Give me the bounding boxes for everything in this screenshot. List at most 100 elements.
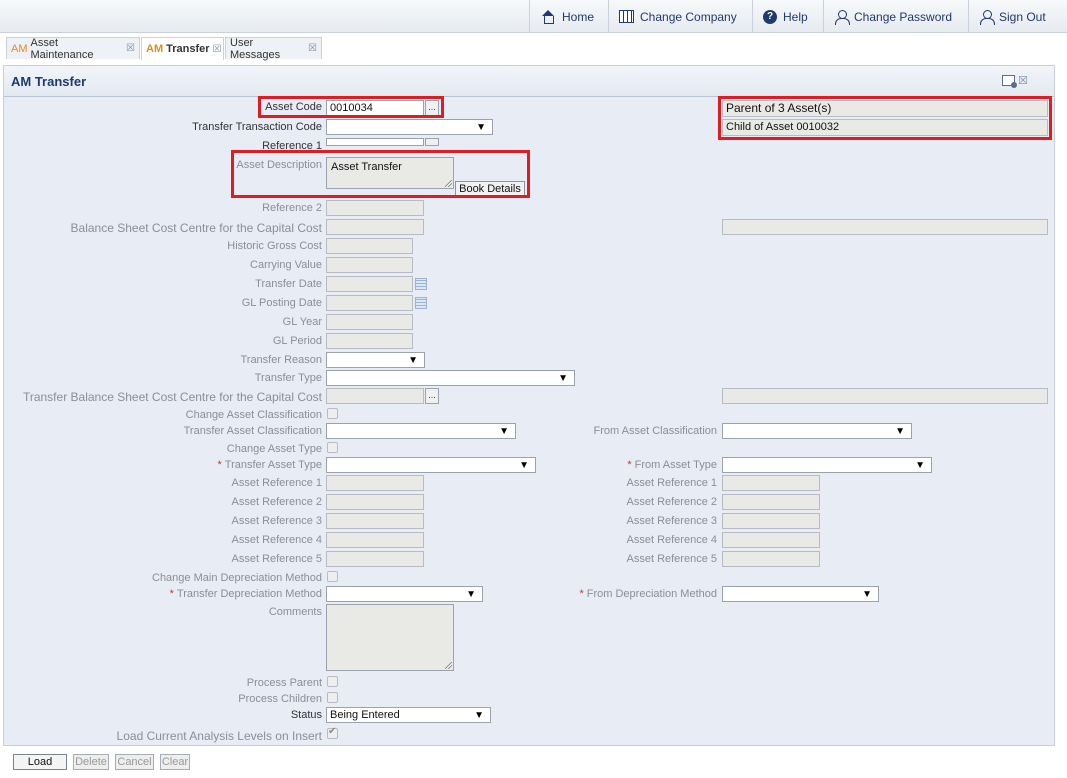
close-icon[interactable]: ☒ (308, 43, 317, 54)
from-asset-reference-4-input[interactable] (722, 532, 820, 548)
status-select[interactable]: Being Entered ▼ (326, 707, 491, 723)
from-asset-classification-select[interactable]: ▼ (722, 423, 912, 439)
transfer-date-input[interactable] (326, 276, 413, 292)
from-asset-classification-label: From Asset Classification (593, 425, 717, 437)
from-asset-reference-1-input[interactable] (722, 475, 820, 491)
delete-button[interactable]: Delete (73, 754, 109, 770)
transfer-type-label: Transfer Type (254, 372, 322, 384)
calendar-icon[interactable] (415, 297, 427, 309)
tab-label: Asset Maintenance (30, 36, 94, 61)
label-text: From Depreciation Method (586, 588, 717, 600)
comments-textarea[interactable] (326, 604, 454, 671)
cancel-button[interactable]: Cancel (115, 754, 154, 770)
load-current-analysis-checkbox[interactable] (327, 726, 338, 739)
chevron-down-icon: ▼ (862, 589, 872, 600)
process-parent-label: Process Parent (246, 677, 322, 689)
chevron-down-icon: ▼ (499, 426, 509, 437)
change-asset-classification-checkbox[interactable] (327, 408, 338, 419)
asset-reference-5-input[interactable] (326, 551, 424, 567)
load-current-analysis-label: Load Current Analysis Levels on Insert (116, 729, 322, 743)
process-parent-checkbox[interactable] (327, 676, 338, 687)
child-of-info: Child of Asset 0010032 (722, 119, 1048, 136)
transfer-asset-type-select[interactable]: ▼ (326, 457, 536, 473)
reference-1-lookup-button[interactable] (425, 138, 439, 146)
chevron-down-icon: ▼ (474, 710, 484, 721)
change-main-depreciation-method-label: Change Main Depreciation Method (152, 572, 322, 584)
asset-description-label: Asset Description (236, 159, 322, 171)
asset-reference-1-input[interactable] (326, 475, 424, 491)
required-marker: * (579, 588, 584, 600)
required-marker: * (627, 459, 632, 471)
close-icon[interactable]: ☒ (213, 44, 222, 55)
transfer-bs-cost-centre-lookup-button[interactable]: ... (425, 388, 439, 404)
label-text: Transfer Depreciation Method (176, 588, 322, 600)
user-icon (979, 9, 995, 25)
carrying-value-label: Carrying Value (250, 259, 322, 271)
load-button[interactable]: Load (13, 754, 67, 770)
tab-asset-maintenance[interactable]: AM Asset Maintenance ☒ (6, 36, 140, 61)
from-asset-reference-5-label: Asset Reference 5 (626, 553, 718, 565)
chevron-down-icon: ▼ (408, 355, 418, 366)
transfer-bs-cost-centre-input[interactable] (326, 388, 424, 404)
window-settings-icon[interactable] (1002, 75, 1017, 88)
from-asset-type-select[interactable]: ▼ (722, 457, 932, 473)
process-children-checkbox[interactable] (327, 692, 338, 703)
required-marker: * (169, 588, 174, 600)
sign-out-link[interactable]: Sign Out (968, 0, 1064, 33)
label-text: Transfer Asset Type (224, 459, 322, 471)
change-company-link[interactable]: Change Company (608, 0, 751, 33)
change-asset-type-checkbox[interactable] (327, 442, 338, 453)
help-link[interactable]: ? Help (752, 0, 822, 33)
carrying-value-input[interactable] (326, 257, 413, 273)
asset-reference-4-input[interactable] (326, 532, 424, 548)
asset-reference-3-input[interactable] (326, 513, 424, 529)
close-icon[interactable]: ☒ (126, 43, 135, 54)
reference-1-label: Reference 1 (262, 140, 322, 152)
gl-period-input[interactable] (326, 333, 413, 349)
transfer-reason-select[interactable]: ▼ (326, 352, 425, 368)
from-asset-type-label: * From Asset Type (560, 459, 717, 471)
home-label: Home (562, 9, 595, 24)
tab-user-messages[interactable]: User Messages ☒ (225, 37, 322, 61)
historic-gross-cost-input[interactable] (326, 238, 413, 254)
transfer-depreciation-method-select[interactable]: ▼ (326, 586, 483, 602)
asset-reference-2-input[interactable] (326, 494, 424, 510)
from-asset-reference-5-input[interactable] (722, 551, 820, 567)
reference-1-input[interactable] (326, 138, 424, 146)
clear-button[interactable]: Clear (160, 754, 190, 770)
from-asset-reference-3-input[interactable] (722, 513, 820, 529)
resize-grip-icon[interactable] (445, 662, 452, 669)
bs-cost-centre-input[interactable] (326, 219, 424, 235)
help-label: Help (783, 9, 808, 24)
from-asset-reference-3-label: Asset Reference 3 (626, 515, 718, 527)
transfer-transaction-code-select[interactable]: ▼ (326, 119, 493, 135)
calendar-icon[interactable] (415, 278, 427, 290)
resize-grip-icon[interactable] (445, 180, 452, 187)
tab-transfer[interactable]: AM Transfer ☒ (141, 37, 224, 60)
transfer-asset-classification-label: Transfer Asset Classification (183, 425, 322, 437)
parent-of-info: Parent of 3 Asset(s) (722, 100, 1048, 117)
transfer-asset-classification-select[interactable]: ▼ (326, 423, 516, 439)
home-link[interactable]: Home (529, 0, 607, 33)
asset-code-lookup-button[interactable]: ... (425, 100, 439, 116)
book-details-button[interactable]: Book Details (455, 181, 525, 197)
gl-year-input[interactable] (326, 314, 413, 330)
close-icon[interactable]: ☒ (1018, 74, 1028, 87)
chevron-down-icon: ▼ (476, 122, 486, 133)
asset-code-input[interactable]: 0010034 (326, 100, 424, 116)
change-asset-classification-label: Change Asset Classification (185, 409, 322, 421)
top-navigation: Home Change Company ? Help Change Passwo… (0, 0, 1067, 33)
tab-label: Transfer (166, 43, 210, 55)
bs-cost-centre-label: Balance Sheet Cost Centre for the Capita… (70, 221, 322, 235)
historic-gross-cost-label: Historic Gross Cost (227, 240, 322, 252)
gl-posting-date-input[interactable] (326, 295, 413, 311)
asset-description-textarea[interactable]: Asset Transfer (326, 157, 454, 189)
from-depreciation-method-select[interactable]: ▼ (722, 586, 879, 602)
change-password-link[interactable]: Change Password (823, 0, 967, 33)
from-asset-reference-2-input[interactable] (722, 494, 820, 510)
transfer-asset-type-label: * Transfer Asset Type (150, 459, 323, 471)
reference-2-input[interactable] (326, 200, 424, 216)
transfer-type-select[interactable]: ▼ (326, 370, 575, 386)
change-main-depreciation-method-checkbox[interactable] (327, 571, 338, 582)
label-text: From Asset Type (634, 459, 717, 471)
